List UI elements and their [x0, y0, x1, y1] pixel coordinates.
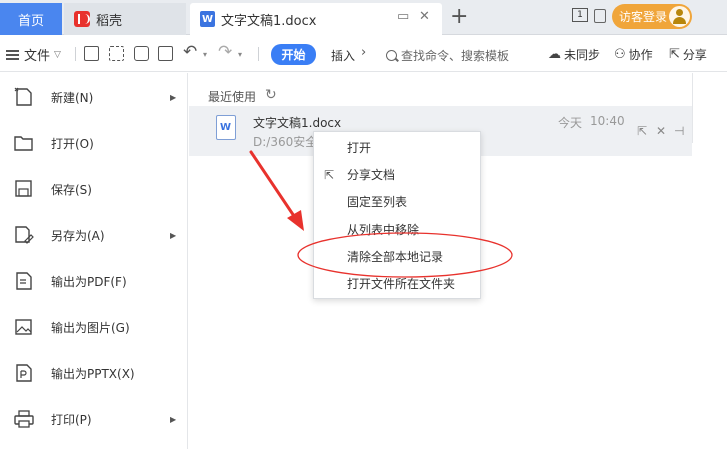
- sync-status-button[interactable]: ☁ 未同步: [548, 46, 600, 63]
- file-menu-item-label: 打开(O): [51, 136, 94, 151]
- save-icon: [15, 180, 32, 197]
- recent-file-time: 10:40: [590, 114, 625, 128]
- file-menu-item-save[interactable]: 保存(S): [0, 169, 188, 209]
- file-menu-item-open[interactable]: 打开(O): [0, 123, 188, 163]
- recent-file-name: 文字文稿1.docx: [253, 116, 342, 130]
- share-label: 分享: [682, 48, 707, 62]
- chevron-down-icon: ▽: [54, 49, 61, 60]
- context-menu-item-open-folder[interactable]: 打开文件所在文件夹: [314, 270, 480, 297]
- context-menu-item-label: 固定至列表: [347, 195, 408, 209]
- file-menu-item-label: 打印(P): [51, 412, 92, 427]
- tab-float-icon[interactable]: ▭: [397, 9, 409, 24]
- folder-open-icon: [14, 136, 33, 151]
- sync-status-label: 未同步: [564, 48, 601, 62]
- export-pptx-icon: [16, 364, 32, 382]
- file-menu-item-label: 输出为PDF(F): [51, 274, 127, 289]
- export-icon[interactable]: [109, 46, 124, 61]
- context-menu: 打开 ⇱ 分享文档 固定至列表 从列表中移除 清除全部本地记录 打开文件所在文件…: [313, 131, 481, 299]
- new-tab-icon[interactable]: +: [450, 4, 468, 29]
- document-icon: [216, 115, 236, 140]
- refresh-icon[interactable]: ↻: [265, 87, 277, 103]
- save-as-icon: [15, 226, 34, 244]
- toolbar-divider: [75, 47, 76, 61]
- tab-daoke[interactable]: 稻壳: [64, 3, 186, 35]
- print-preview-icon[interactable]: [158, 46, 173, 61]
- collaborate-label: 协作: [628, 48, 653, 62]
- export-pdf-icon: [16, 272, 32, 290]
- save-icon[interactable]: [84, 46, 99, 61]
- context-menu-item-label: 清除全部本地记录: [347, 250, 444, 264]
- file-menu-item-export-image[interactable]: 输出为图片(G): [0, 307, 188, 347]
- file-menu-item-label: 保存(S): [51, 182, 92, 197]
- context-menu-item-share[interactable]: ⇱ 分享文档: [314, 161, 480, 188]
- print-icon: [14, 410, 34, 428]
- file-menu-item-label: 输出为PPTX(X): [51, 366, 135, 381]
- share-button[interactable]: ⇱ 分享: [669, 46, 707, 63]
- submenu-arrow-icon: ▶: [170, 92, 177, 102]
- ribbon-overflow-area: [692, 73, 727, 143]
- undo-icon[interactable]: ↶: [183, 42, 197, 62]
- daoke-logo-icon: [74, 11, 90, 27]
- recent-file-path: D:/360安全: [253, 135, 318, 149]
- recent-file-date: 今天: [558, 116, 583, 130]
- tab-close-icon[interactable]: ✕: [419, 9, 430, 24]
- context-menu-item-label: 分享文档: [347, 168, 396, 182]
- file-menu-label: 文件: [24, 49, 51, 64]
- file-menu-item-print[interactable]: 打印(P) ▶: [0, 399, 188, 439]
- submenu-arrow-icon: ▶: [170, 230, 177, 240]
- pin-icon[interactable]: ⊣: [674, 124, 684, 138]
- collaborate-button[interactable]: ⚇ 协作: [614, 46, 653, 63]
- guest-login-label: 访客登录: [619, 10, 668, 24]
- file-menu-item-new[interactable]: 新建(N) ▶: [0, 77, 188, 117]
- file-menu-item-label: 输出为图片(G): [51, 320, 130, 335]
- share-icon[interactable]: ⇱: [637, 124, 647, 138]
- submenu-arrow-icon: ▶: [170, 414, 177, 424]
- context-menu-item-clear-all[interactable]: 清除全部本地记录: [314, 243, 480, 270]
- cloud-icon: ☁: [548, 47, 561, 62]
- share-icon: ⇱: [669, 47, 680, 62]
- tab-insert[interactable]: 插入: [331, 47, 355, 64]
- avatar-icon: [669, 6, 690, 27]
- file-menu-item-export-pdf[interactable]: 输出为PDF(F): [0, 261, 188, 301]
- command-search-placeholder: 查找命令、搜索模板: [401, 49, 510, 63]
- file-menu-button[interactable]: 文件 ▽: [6, 45, 61, 64]
- search-icon: [386, 50, 397, 61]
- hamburger-icon: [6, 49, 19, 60]
- tab-document-label: 文字文稿1.docx: [221, 13, 317, 29]
- guest-login-button[interactable]: 访客登录: [612, 4, 692, 29]
- file-menu-item-save-as[interactable]: 另存为(A) ▶: [0, 215, 188, 255]
- skin-icon[interactable]: [594, 9, 606, 23]
- file-menu-item-export-pptx[interactable]: 输出为PPTX(X): [0, 353, 188, 393]
- title-bar: 首页 稻壳 W 文字文稿1.docx ▭ ✕ + 1 访客登录: [0, 0, 727, 35]
- new-file-icon: [14, 87, 32, 106]
- context-menu-item-open[interactable]: 打开: [314, 134, 480, 161]
- chevron-right-icon[interactable]: ›: [361, 45, 366, 60]
- export-image-icon: [15, 319, 32, 335]
- share-icon: ⇱: [324, 167, 335, 182]
- tab-daoke-label: 稻壳: [96, 13, 123, 29]
- context-menu-item-pin[interactable]: 固定至列表: [314, 188, 480, 215]
- command-search[interactable]: 查找命令、搜索模板: [386, 47, 509, 64]
- file-menu-item-label: 新建(N): [51, 90, 94, 105]
- redo-dropdown-icon[interactable]: ▾: [238, 50, 242, 59]
- toolbar: 文件 ▽ ↶ ▾ ↷ ▾ 开始 插入 › 查找命令、搜索模板 ☁ 未同步 ⚇ 协…: [0, 36, 727, 72]
- tab-home[interactable]: 首页: [0, 3, 62, 35]
- redo-icon[interactable]: ↷: [218, 42, 232, 62]
- tab-start[interactable]: 开始: [271, 44, 316, 65]
- recent-files-title: 最近使用: [208, 90, 257, 104]
- undo-dropdown-icon[interactable]: ▾: [203, 50, 207, 59]
- context-menu-item-label: 从列表中移除: [347, 223, 420, 237]
- context-menu-item-label: 打开: [347, 141, 372, 155]
- print-icon[interactable]: [134, 46, 149, 61]
- wps-writer-icon: W: [200, 11, 215, 27]
- remove-icon[interactable]: ✕: [656, 124, 666, 138]
- user-icon: ⚇: [614, 47, 626, 62]
- file-menu-panel: 新建(N) ▶ 打开(O) 保存(S) 另存为(A) ▶ 输出为PDF(F) 输…: [0, 73, 188, 449]
- context-menu-item-remove[interactable]: 从列表中移除: [314, 216, 480, 243]
- file-menu-item-label: 另存为(A): [51, 228, 105, 243]
- window-count-badge[interactable]: 1: [572, 8, 588, 22]
- context-menu-item-label: 打开文件所在文件夹: [347, 277, 456, 291]
- toolbar-divider: [258, 47, 259, 61]
